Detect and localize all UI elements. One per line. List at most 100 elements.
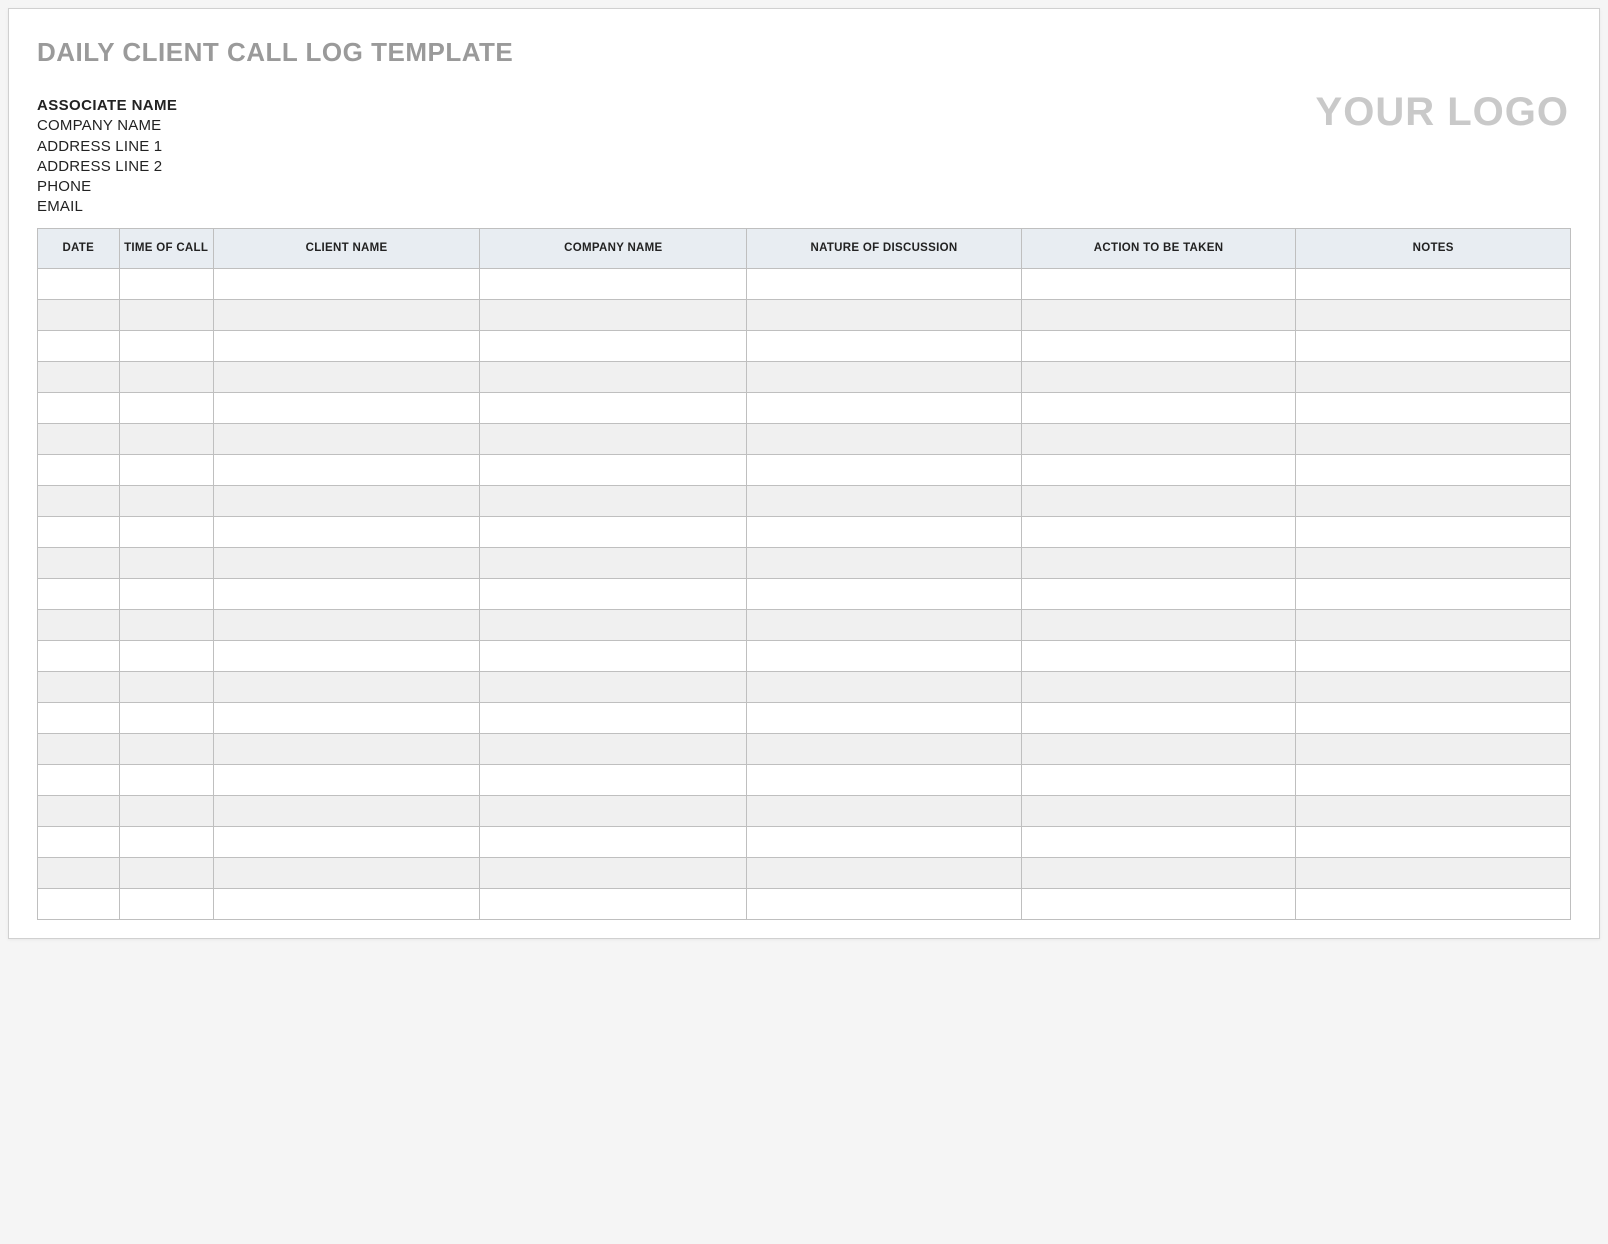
cell-notes[interactable] <box>1296 733 1571 764</box>
cell-client_name[interactable] <box>213 516 480 547</box>
cell-notes[interactable] <box>1296 516 1571 547</box>
cell-company_name[interactable] <box>480 826 747 857</box>
cell-time_of_call[interactable] <box>119 547 213 578</box>
cell-client_name[interactable] <box>213 795 480 826</box>
cell-company_name[interactable] <box>480 764 747 795</box>
cell-action[interactable] <box>1021 268 1296 299</box>
cell-nature[interactable] <box>747 423 1022 454</box>
cell-company_name[interactable] <box>480 361 747 392</box>
cell-client_name[interactable] <box>213 392 480 423</box>
cell-company_name[interactable] <box>480 702 747 733</box>
cell-company_name[interactable] <box>480 485 747 516</box>
cell-date[interactable] <box>38 733 120 764</box>
cell-action[interactable] <box>1021 547 1296 578</box>
cell-company_name[interactable] <box>480 330 747 361</box>
cell-company_name[interactable] <box>480 857 747 888</box>
cell-action[interactable] <box>1021 392 1296 423</box>
cell-action[interactable] <box>1021 578 1296 609</box>
cell-nature[interactable] <box>747 578 1022 609</box>
cell-company_name[interactable] <box>480 578 747 609</box>
cell-time_of_call[interactable] <box>119 764 213 795</box>
cell-notes[interactable] <box>1296 423 1571 454</box>
cell-notes[interactable] <box>1296 268 1571 299</box>
cell-client_name[interactable] <box>213 578 480 609</box>
cell-time_of_call[interactable] <box>119 671 213 702</box>
cell-nature[interactable] <box>747 516 1022 547</box>
cell-time_of_call[interactable] <box>119 640 213 671</box>
cell-action[interactable] <box>1021 795 1296 826</box>
cell-notes[interactable] <box>1296 857 1571 888</box>
cell-client_name[interactable] <box>213 826 480 857</box>
cell-action[interactable] <box>1021 826 1296 857</box>
cell-action[interactable] <box>1021 857 1296 888</box>
cell-client_name[interactable] <box>213 361 480 392</box>
cell-client_name[interactable] <box>213 640 480 671</box>
cell-date[interactable] <box>38 392 120 423</box>
cell-nature[interactable] <box>747 857 1022 888</box>
cell-client_name[interactable] <box>213 671 480 702</box>
cell-time_of_call[interactable] <box>119 888 213 919</box>
cell-company_name[interactable] <box>480 516 747 547</box>
cell-date[interactable] <box>38 826 120 857</box>
cell-nature[interactable] <box>747 609 1022 640</box>
cell-notes[interactable] <box>1296 547 1571 578</box>
cell-nature[interactable] <box>747 826 1022 857</box>
cell-time_of_call[interactable] <box>119 454 213 485</box>
cell-notes[interactable] <box>1296 361 1571 392</box>
cell-nature[interactable] <box>747 888 1022 919</box>
cell-time_of_call[interactable] <box>119 857 213 888</box>
cell-company_name[interactable] <box>480 454 747 485</box>
cell-time_of_call[interactable] <box>119 392 213 423</box>
cell-action[interactable] <box>1021 640 1296 671</box>
cell-action[interactable] <box>1021 733 1296 764</box>
cell-action[interactable] <box>1021 485 1296 516</box>
cell-date[interactable] <box>38 454 120 485</box>
cell-client_name[interactable] <box>213 702 480 733</box>
cell-date[interactable] <box>38 299 120 330</box>
cell-nature[interactable] <box>747 330 1022 361</box>
cell-company_name[interactable] <box>480 268 747 299</box>
cell-notes[interactable] <box>1296 578 1571 609</box>
cell-company_name[interactable] <box>480 392 747 423</box>
cell-date[interactable] <box>38 423 120 454</box>
cell-nature[interactable] <box>747 702 1022 733</box>
cell-time_of_call[interactable] <box>119 268 213 299</box>
cell-date[interactable] <box>38 361 120 392</box>
cell-client_name[interactable] <box>213 609 480 640</box>
cell-time_of_call[interactable] <box>119 609 213 640</box>
cell-company_name[interactable] <box>480 888 747 919</box>
cell-company_name[interactable] <box>480 671 747 702</box>
cell-notes[interactable] <box>1296 392 1571 423</box>
cell-client_name[interactable] <box>213 485 480 516</box>
cell-client_name[interactable] <box>213 888 480 919</box>
cell-notes[interactable] <box>1296 640 1571 671</box>
cell-time_of_call[interactable] <box>119 516 213 547</box>
cell-date[interactable] <box>38 857 120 888</box>
cell-notes[interactable] <box>1296 702 1571 733</box>
cell-company_name[interactable] <box>480 733 747 764</box>
cell-time_of_call[interactable] <box>119 795 213 826</box>
cell-time_of_call[interactable] <box>119 733 213 764</box>
cell-client_name[interactable] <box>213 733 480 764</box>
cell-notes[interactable] <box>1296 299 1571 330</box>
cell-time_of_call[interactable] <box>119 361 213 392</box>
cell-notes[interactable] <box>1296 888 1571 919</box>
cell-client_name[interactable] <box>213 299 480 330</box>
cell-nature[interactable] <box>747 671 1022 702</box>
cell-time_of_call[interactable] <box>119 330 213 361</box>
cell-date[interactable] <box>38 268 120 299</box>
cell-nature[interactable] <box>747 764 1022 795</box>
cell-time_of_call[interactable] <box>119 826 213 857</box>
cell-action[interactable] <box>1021 330 1296 361</box>
cell-company_name[interactable] <box>480 609 747 640</box>
cell-client_name[interactable] <box>213 423 480 454</box>
cell-company_name[interactable] <box>480 795 747 826</box>
cell-company_name[interactable] <box>480 299 747 330</box>
cell-date[interactable] <box>38 764 120 795</box>
cell-time_of_call[interactable] <box>119 485 213 516</box>
cell-date[interactable] <box>38 547 120 578</box>
cell-nature[interactable] <box>747 392 1022 423</box>
cell-time_of_call[interactable] <box>119 299 213 330</box>
cell-action[interactable] <box>1021 516 1296 547</box>
cell-action[interactable] <box>1021 888 1296 919</box>
